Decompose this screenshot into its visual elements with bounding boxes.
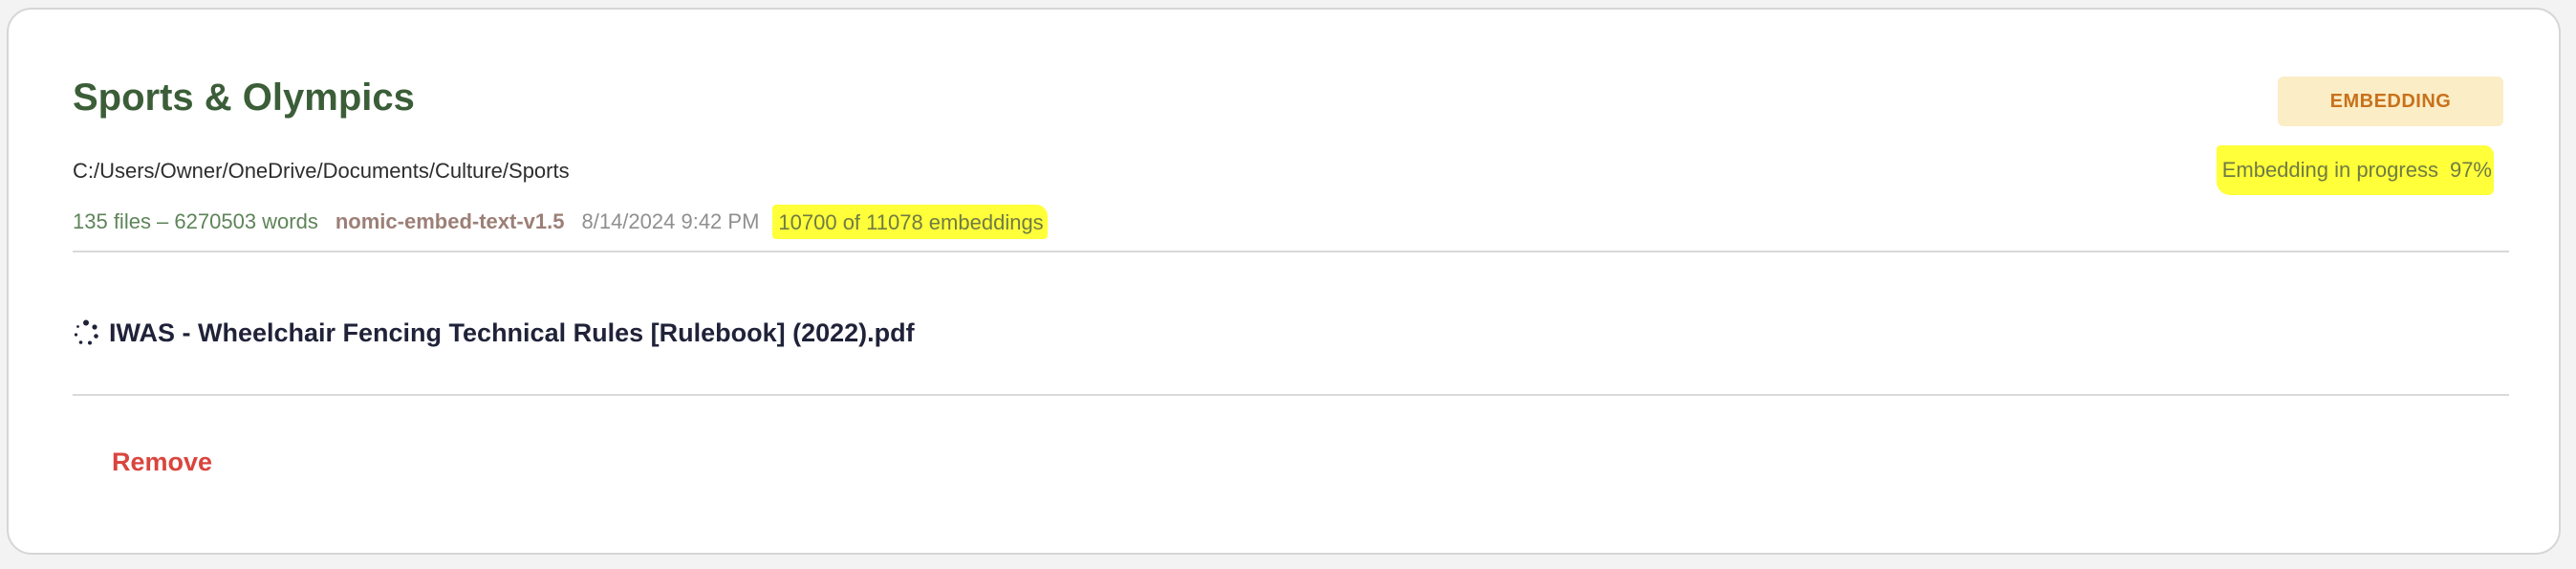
progress-label: Embedding in progress <box>2221 158 2438 182</box>
embedding-count: 10700 of 11078 embeddings <box>772 205 1048 239</box>
remove-button[interactable]: Remove <box>112 448 212 477</box>
progress-percent: 97% <box>2449 158 2492 182</box>
divider <box>73 394 2509 396</box>
current-file-row: IWAS - Wheelchair Fencing Technical Rule… <box>73 314 915 352</box>
collection-meta: 135 files – 6270503 words nomic-embed-te… <box>73 205 1048 239</box>
embedding-progress: Embedding in progress 97% <box>2216 145 2494 195</box>
status-badge: EMBEDDING <box>2278 77 2503 126</box>
last-updated-date: 8/14/2024 9:42 PM <box>581 209 760 233</box>
collection-card: Sports & Olympics EMBEDDING C:/Users/Own… <box>7 8 2561 555</box>
loading-spinner-icon <box>74 319 98 345</box>
collection-title: Sports & Olympics <box>73 77 415 119</box>
collection-path: C:/Users/Owner/OneDrive/Documents/Cultur… <box>73 159 570 183</box>
file-word-count: 135 files – 6270503 words <box>73 209 318 233</box>
embedding-model: nomic-embed-text-v1.5 <box>335 209 565 233</box>
divider <box>73 251 2509 252</box>
current-file-name: IWAS - Wheelchair Fencing Technical Rule… <box>109 317 915 347</box>
